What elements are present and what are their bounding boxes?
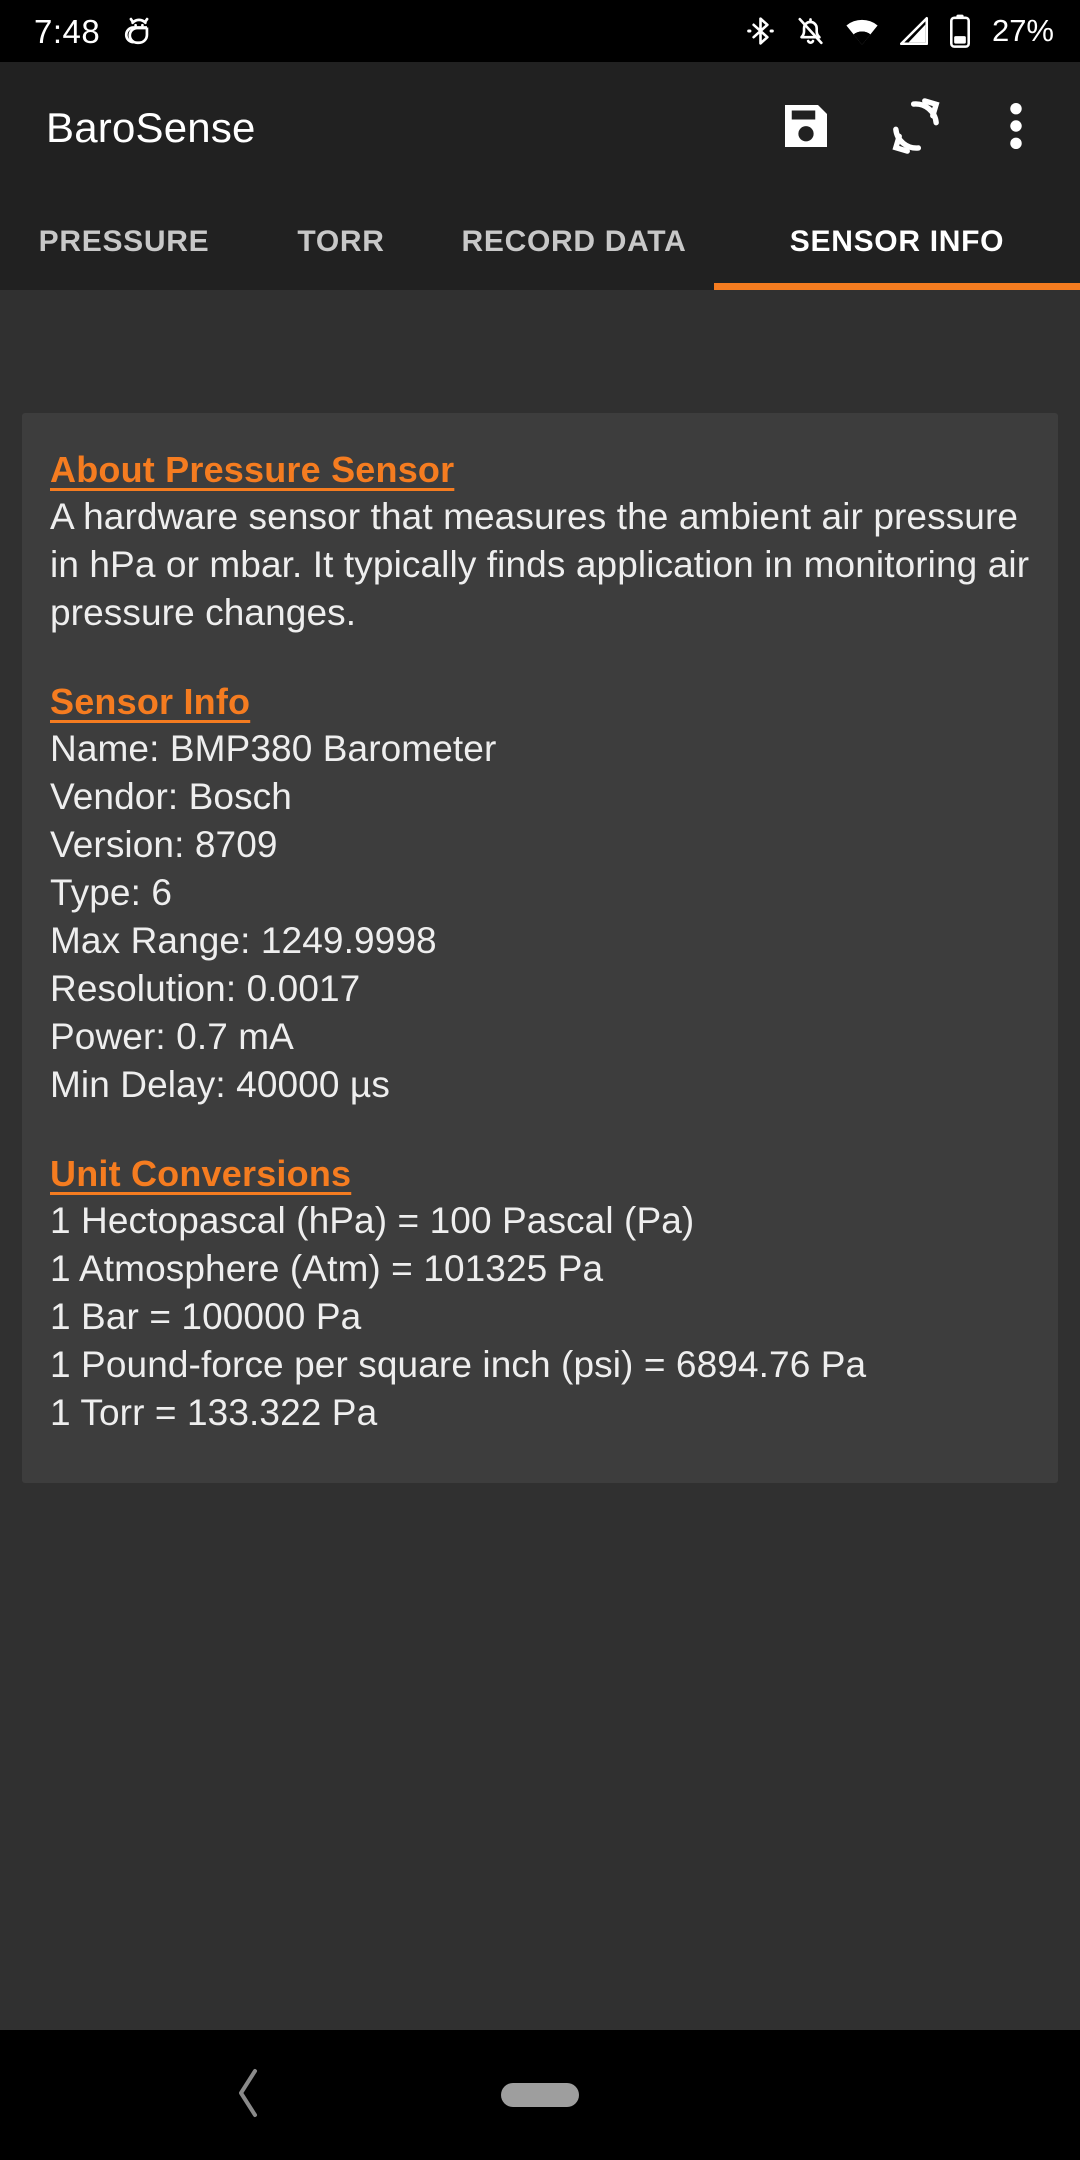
save-button[interactable] [760, 82, 852, 174]
about-section: About Pressure Sensor A hardware sensor … [50, 449, 1030, 637]
sensor-info-row: Version: 8709 [50, 824, 278, 865]
app-bar: BaroSense [0, 62, 1080, 193]
cellular-signal-icon [897, 13, 931, 49]
about-section-body: A hardware sensor that measures the ambi… [50, 496, 1030, 633]
tab-bar: PRESSURE TORR RECORD DATA SENSOR INFO [0, 193, 1080, 290]
system-navigation-bar [0, 2030, 1080, 2160]
back-button[interactable] [214, 2060, 284, 2130]
battery-icon [948, 13, 972, 49]
tab-sensor-info[interactable]: SENSOR INFO [714, 193, 1080, 290]
unit-conversion-row: 1 Torr = 133.322 Pa [50, 1392, 378, 1433]
sensor-info-row: Name: BMP380 Barometer [50, 728, 497, 769]
sensor-info-section: Sensor Info Name: BMP380 Barometer Vendo… [50, 681, 1030, 1109]
unit-conversion-row: 1 Pound-force per square inch (psi) = 68… [50, 1344, 867, 1385]
sensor-info-row: Resolution: 0.0017 [50, 968, 361, 1009]
overflow-menu-button[interactable] [980, 82, 1052, 174]
unit-conversion-row: 1 Atmosphere (Atm) = 101325 Pa [50, 1248, 604, 1289]
notifications-off-icon [794, 13, 827, 49]
tab-label: RECORD DATA [461, 224, 687, 258]
refresh-button[interactable] [870, 82, 962, 174]
tab-record-data[interactable]: RECORD DATA [434, 193, 714, 290]
more-vert-icon [994, 100, 1038, 155]
unit-conversions-heading: Unit Conversions [50, 1153, 352, 1194]
refresh-icon [885, 95, 947, 160]
tab-pressure[interactable]: PRESSURE [0, 193, 248, 290]
wifi-icon [844, 13, 880, 49]
status-bar-system-icons: 27% [744, 13, 1054, 49]
unit-conversions-section: Unit Conversions 1 Hectopascal (hPa) = 1… [50, 1153, 1030, 1437]
sensor-info-card: About Pressure Sensor A hardware sensor … [22, 413, 1058, 1483]
sensor-info-row: Power: 0.7 mA [50, 1016, 294, 1057]
tab-content-sensor-info: About Pressure Sensor A hardware sensor … [0, 290, 1080, 2030]
battery-percentage: 27% [991, 13, 1054, 48]
status-bar-notification-icons [122, 13, 156, 49]
tab-torr[interactable]: TORR [248, 193, 434, 290]
phone-screen: 7:48 27% BaroSense PRESSURE TORR RECORD … [0, 0, 1080, 2160]
status-bar: 7:48 27% [0, 0, 1080, 62]
tab-label: PRESSURE [38, 224, 210, 258]
unit-conversion-row: 1 Hectopascal (hPa) = 100 Pascal (Pa) [50, 1200, 695, 1241]
sensor-info-row: Type: 6 [50, 872, 173, 913]
about-section-heading: About Pressure Sensor [50, 449, 455, 490]
app-bar-actions [760, 82, 1052, 174]
bluetooth-icon [744, 13, 777, 49]
tab-active-indicator [714, 283, 1080, 290]
sensor-info-row: Max Range: 1249.9998 [50, 920, 437, 961]
app-title: BaroSense [46, 103, 256, 151]
unit-conversion-row: 1 Bar = 100000 Pa [50, 1296, 362, 1337]
android-debug-icon [122, 13, 156, 49]
status-bar-clock: 7:48 [34, 12, 101, 50]
save-icon [776, 96, 836, 159]
sensor-info-heading: Sensor Info [50, 681, 251, 722]
tab-label: SENSOR INFO [789, 224, 1005, 258]
back-chevron-icon [232, 2065, 266, 2126]
home-pill-icon[interactable] [501, 2083, 579, 2107]
sensor-info-row: Min Delay: 40000 µs [50, 1064, 390, 1105]
sensor-info-row: Vendor: Bosch [50, 776, 292, 817]
tab-label: TORR [297, 224, 385, 258]
